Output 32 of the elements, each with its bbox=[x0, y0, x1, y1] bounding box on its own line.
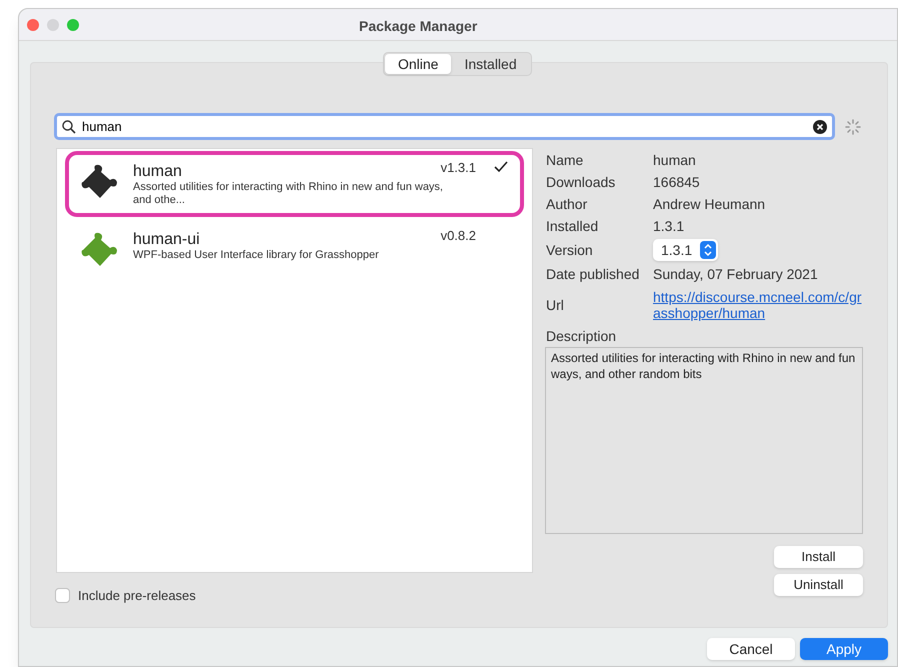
window-title: Package Manager bbox=[359, 17, 478, 36]
field-value: 1.3.1 bbox=[653, 216, 684, 236]
tab[interactable]: Online bbox=[385, 54, 452, 74]
package-description: WPF-based User Interface library for Grasshopper bbox=[133, 249, 380, 262]
field-value: Andrew Heumann bbox=[653, 194, 766, 214]
field-label: Downloads bbox=[546, 172, 616, 192]
field-label: Installed bbox=[546, 216, 600, 236]
field-label: Name bbox=[546, 150, 584, 170]
search-field[interactable]: human bbox=[54, 113, 835, 140]
field-label: Version bbox=[546, 240, 594, 260]
field-value: 166845 bbox=[653, 172, 700, 192]
package-description: Assorted utilities for interacting with Rhino in new and fun ways, and othe... bbox=[133, 181, 444, 207]
action-button[interactable]: Install bbox=[774, 546, 863, 568]
field-label: Url bbox=[546, 296, 565, 314]
tab[interactable]: Installed bbox=[451, 54, 530, 74]
checkbox-label: Include pre-releases bbox=[78, 587, 196, 605]
version-label: v0.8.2 bbox=[440, 227, 476, 245]
description-box: Assorted utilities for interacting with Rhino in new and fun ways, and other random bits bbox=[545, 347, 863, 534]
dialog-button[interactable]: Apply bbox=[800, 638, 888, 660]
url-link[interactable]: https://discourse.mcneel.com/c/grasshopper/human bbox=[653, 289, 863, 321]
field-value: Sunday, 07 February 2021 bbox=[653, 264, 818, 284]
action-button[interactable]: Uninstall bbox=[774, 574, 863, 596]
dialog-button[interactable]: Cancel bbox=[707, 638, 795, 660]
version-label: v1.3.1 bbox=[440, 159, 476, 177]
package-item[interactable]: human-ui WPF-based User Interface library for Grasshopper v0.8.2 bbox=[65, 219, 524, 285]
package-item[interactable]: human Assorted utilities for interacting with Rhino in new and fun ways, and othe... v1.3.1 bbox=[65, 151, 524, 217]
search-input: human bbox=[82, 116, 813, 136]
field-value: human bbox=[653, 150, 696, 170]
version-select[interactable]: 1.3.1 bbox=[653, 239, 718, 261]
field-label: Description bbox=[546, 326, 618, 346]
field-label: Author bbox=[546, 194, 588, 214]
field-label: Date published bbox=[546, 264, 640, 284]
